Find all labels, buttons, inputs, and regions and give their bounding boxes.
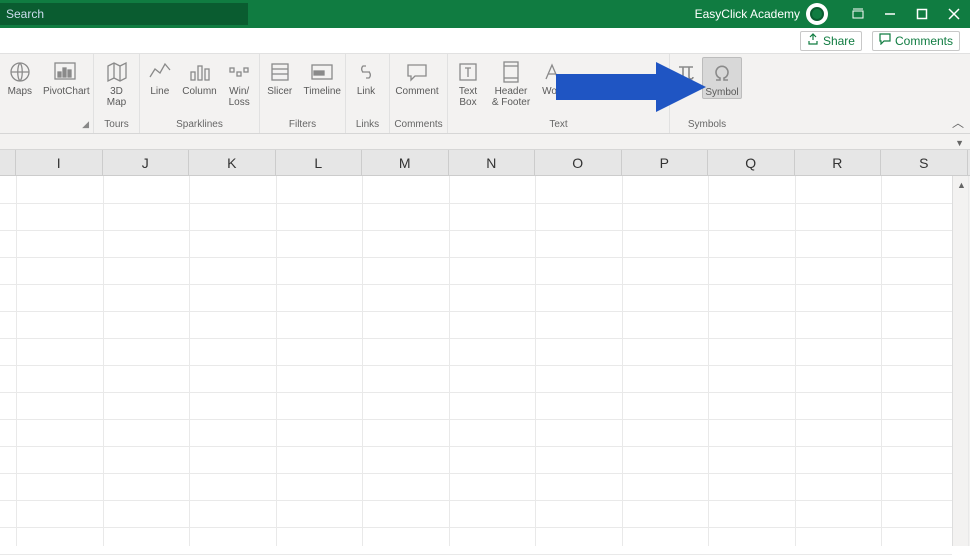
textbox-icon — [454, 59, 482, 85]
ribbon-display-button[interactable] — [842, 0, 874, 28]
ribbon-group-links: Link Links — [346, 54, 390, 133]
search-input[interactable] — [0, 3, 248, 25]
comment-icon — [879, 33, 891, 48]
slicer-icon — [266, 59, 294, 85]
wordart-button[interactable]: Word — [534, 57, 574, 97]
3dmap-icon — [103, 59, 131, 85]
column-header[interactable]: I — [16, 150, 103, 175]
column-icon — [186, 59, 214, 85]
worksheet-grid[interactable]: IJKLMNOPQRS ▲ — [0, 150, 970, 546]
charts-dialog-launcher[interactable]: ◢ — [0, 119, 93, 133]
column-header[interactable]: R — [795, 150, 882, 175]
timeline-icon — [308, 59, 336, 85]
sparkline-column-button[interactable]: Column — [180, 57, 220, 97]
column-header[interactable]: N — [449, 150, 536, 175]
equation-button[interactable] — [670, 57, 702, 86]
title-bar: EasyClick Academy — [0, 0, 970, 28]
pivotchart-icon — [52, 59, 80, 85]
wordart-icon — [540, 59, 568, 85]
column-header[interactable]: O — [535, 150, 622, 175]
ribbon-group-filters: Slicer Timeline Filters — [260, 54, 346, 133]
column-header[interactable]: M — [362, 150, 449, 175]
ribbon: Maps PivotChart ◢ 3D Map Tours Line — [0, 54, 970, 134]
column-header[interactable]: J — [103, 150, 190, 175]
account-name[interactable]: EasyClick Academy — [695, 7, 800, 21]
share-icon — [807, 33, 819, 48]
comments-label: Comments — [895, 34, 953, 48]
column-header[interactable]: L — [276, 150, 363, 175]
ribbon-group-symbols: Symbol Symbols — [670, 54, 744, 133]
link-button[interactable]: Link — [346, 57, 386, 97]
maximize-button[interactable] — [906, 0, 938, 28]
ribbon-group-tours: 3D Map Tours — [94, 54, 140, 133]
timeline-button[interactable]: Timeline — [300, 57, 345, 97]
textbox-button[interactable]: Text Box — [448, 57, 488, 108]
share-bar: Share Comments — [0, 28, 970, 54]
column-header[interactable]: S — [881, 150, 968, 175]
column-header[interactable]: P — [622, 150, 709, 175]
cells-area[interactable]: ▲ — [0, 176, 970, 546]
ribbon-group-charts: Maps PivotChart ◢ — [0, 54, 94, 133]
sparkline-winloss-button[interactable]: Win/ Loss — [219, 57, 259, 108]
share-button[interactable]: Share — [800, 31, 862, 51]
scroll-down-icon[interactable]: ▼ — [955, 138, 964, 148]
maps-button[interactable]: Maps — [0, 57, 40, 97]
ribbon-group-sparklines: Line Column Win/ Loss Sparklines — [140, 54, 260, 133]
column-headers[interactable]: IJKLMNOPQRS — [0, 150, 970, 176]
comment-button[interactable]: Comment — [390, 57, 444, 97]
collapse-ribbon-button[interactable]: ︿ — [952, 114, 964, 131]
account-avatar[interactable] — [806, 3, 828, 25]
headerfooter-icon — [497, 59, 525, 85]
comments-button[interactable]: Comments — [872, 31, 960, 51]
comment-bubble-icon — [403, 59, 431, 85]
ribbon-group-comments: Comment Comments — [390, 54, 448, 133]
column-header[interactable]: K — [189, 150, 276, 175]
slicer-button[interactable]: Slicer — [260, 57, 300, 97]
pi-icon — [672, 59, 700, 85]
omega-icon — [708, 60, 736, 86]
ribbon-group-text: Text Box Header & Footer Word Text — [448, 54, 670, 133]
winloss-icon — [225, 59, 253, 85]
3dmap-button[interactable]: 3D Map — [94, 57, 139, 108]
minimize-button[interactable] — [874, 0, 906, 28]
sparkline-line-button[interactable]: Line — [140, 57, 180, 97]
headerfooter-button[interactable]: Header & Footer — [488, 57, 534, 108]
globe-icon — [6, 59, 34, 85]
pivotchart-button[interactable]: PivotChart — [40, 57, 93, 97]
share-label: Share — [823, 34, 855, 48]
link-icon — [352, 59, 380, 85]
symbol-button[interactable]: Symbol — [702, 57, 742, 99]
line-icon — [146, 59, 174, 85]
close-button[interactable] — [938, 0, 970, 28]
column-header[interactable]: Q — [708, 150, 795, 175]
formula-bar-strip: ▼ — [0, 134, 970, 150]
